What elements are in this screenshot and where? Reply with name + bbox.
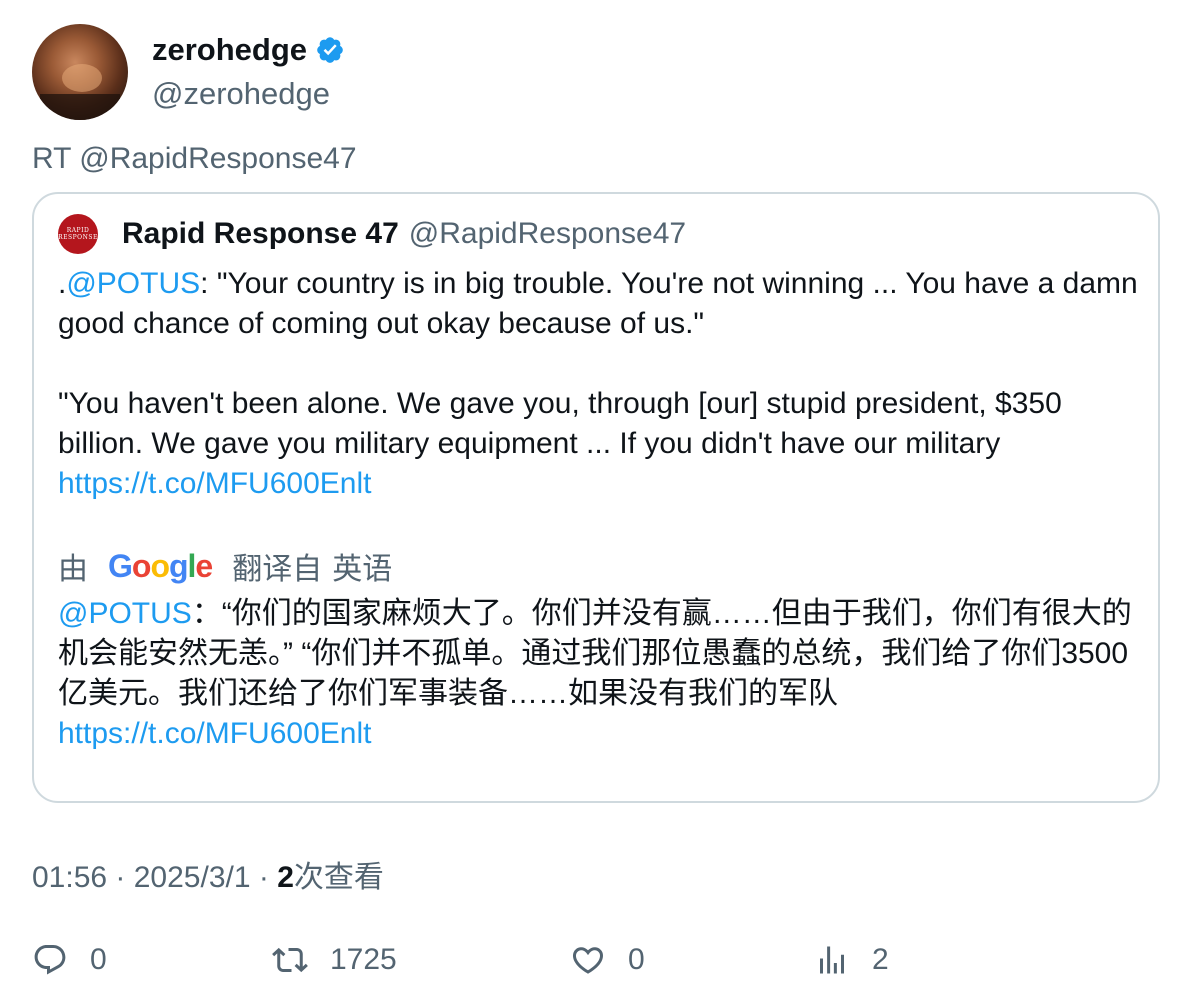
quoted-author-handle[interactable]: @RapidResponse47	[409, 217, 686, 251]
mention-link[interactable]: @POTUS	[58, 597, 192, 630]
author-names: zerohedge @zerohedge	[152, 32, 345, 112]
tweet-time[interactable]: 01:56	[32, 861, 107, 894]
translated-text: @POTUS：“你们的国家麻烦大了。你们并没有赢……但由于我们，你们有很大的机会…	[58, 594, 1138, 754]
tweet-date[interactable]: 2025/3/1	[134, 861, 251, 894]
like-count: 0	[628, 943, 645, 976]
separator: ·	[107, 861, 134, 894]
logo-letter: e	[195, 547, 213, 584]
action-bar: 0 1725 0 2	[32, 938, 1162, 982]
quoted-author-avatar[interactable]: RAPID RESPONSE	[58, 214, 98, 254]
tweet-meta: 01:56 · 2025/3/1 · 2次查看	[32, 852, 384, 896]
reply-icon	[34, 945, 66, 975]
views-count: 2	[277, 861, 294, 894]
logo-letter: G	[108, 547, 133, 584]
logo-letter: g	[168, 547, 189, 584]
translated-by-label: 由	[58, 553, 88, 586]
translation-attribution: 由 Google 翻译自 英语	[58, 544, 392, 588]
translated-paragraph: @POTUS：“你们的国家麻烦大了。你们并没有赢……但由于我们，你们有很大的机会…	[58, 594, 1138, 754]
tweet-header: zerohedge @zerohedge	[32, 24, 345, 120]
quoted-tweet-card[interactable]: RAPID RESPONSE Rapid Response 47 @RapidR…	[32, 192, 1160, 803]
views-button[interactable]: 2	[814, 938, 889, 982]
tweet-url-link[interactable]: https://t.co/MFU600Enlt	[58, 467, 371, 500]
avatar-image-detail	[62, 64, 102, 92]
quoted-paragraph-2: "You haven't been alone. We gave you, th…	[58, 384, 1138, 504]
paragraph-text: "You haven't been alone. We gave you, th…	[58, 387, 1062, 460]
verified-badge-icon	[317, 37, 343, 63]
views-action-count: 2	[872, 943, 889, 976]
quoted-avatar-logo-text: RAPID RESPONSE	[58, 227, 98, 241]
like-button[interactable]: 0	[570, 938, 645, 982]
translated-from-label: 翻译自	[232, 553, 323, 586]
retweet-count: 1725	[330, 943, 397, 976]
quoted-author-name[interactable]: Rapid Response 47	[122, 217, 399, 251]
separator: ·	[250, 861, 278, 894]
retweet-icon	[272, 947, 308, 973]
reply-count: 0	[90, 943, 107, 976]
paragraph-text: : "Your country is in big trouble. You'r…	[58, 267, 1138, 340]
quoted-tweet-text: .@POTUS: "Your country is in big trouble…	[58, 264, 1138, 504]
author-name-row: zerohedge	[152, 32, 345, 68]
source-language: 英语	[332, 553, 393, 586]
translated-from: 翻译自 英语	[232, 544, 392, 588]
retweet-button[interactable]: 1725	[272, 938, 397, 982]
heart-icon	[572, 947, 604, 974]
reply-button[interactable]: 0	[32, 938, 107, 982]
quoted-tweet-header: RAPID RESPONSE Rapid Response 47 @RapidR…	[58, 214, 686, 254]
views-label: 次查看	[293, 861, 384, 894]
translated-body: ：“你们的国家麻烦大了。你们并没有赢……但由于我们，你们有很大的机会能安然无恙。…	[58, 597, 1132, 710]
bar-chart-icon	[820, 946, 844, 974]
author-avatar[interactable]	[32, 24, 128, 120]
quoted-paragraph-1: .@POTUS: "Your country is in big trouble…	[58, 264, 1138, 344]
author-handle[interactable]: @zerohedge	[152, 76, 345, 112]
tweet-url-link[interactable]: https://t.co/MFU600Enlt	[58, 717, 371, 750]
author-name[interactable]: zerohedge	[152, 32, 307, 68]
logo-letter: o	[150, 547, 170, 584]
avatar-image-shade	[40, 94, 120, 120]
google-logo-icon: Google	[108, 547, 213, 585]
mention-link[interactable]: @POTUS	[66, 267, 200, 300]
logo-letter: o	[131, 547, 152, 584]
retweet-line: RT @RapidResponse47	[32, 142, 357, 175]
